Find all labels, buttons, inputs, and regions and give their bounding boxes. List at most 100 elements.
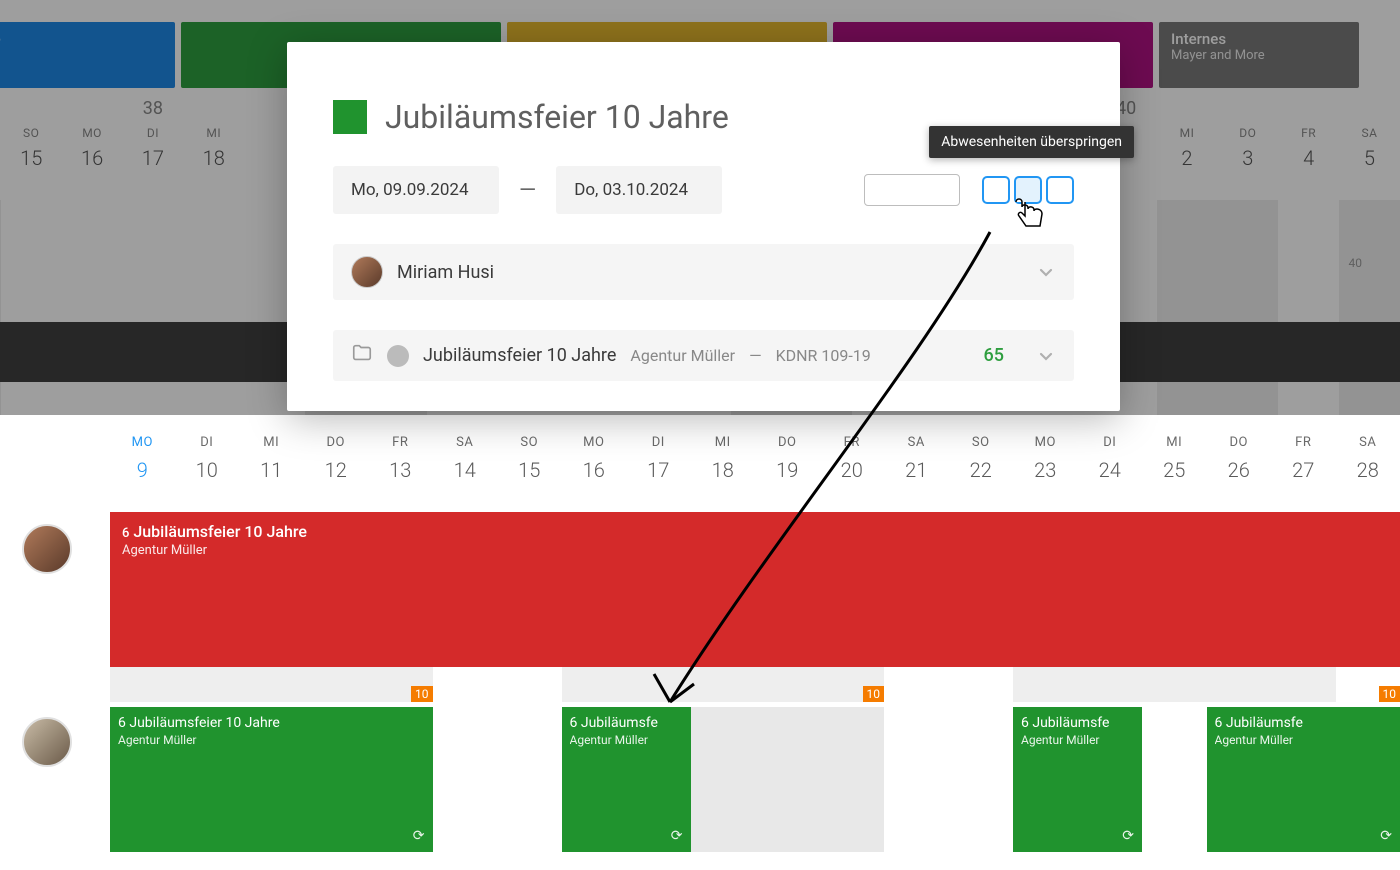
lower-day[interactable]: DO26 xyxy=(1207,435,1272,482)
bg-day: FR4 xyxy=(1278,98,1339,170)
lower-day[interactable]: FR13 xyxy=(368,435,433,482)
booking-block[interactable]: 6 JubiläumsfeAgentur Müller⟳ xyxy=(562,707,691,852)
segment-option-2-skip-absences[interactable] xyxy=(1014,176,1042,204)
bg-day-band xyxy=(1217,200,1278,415)
lower-day[interactable]: MO23 xyxy=(1013,435,1078,482)
bg-day-band xyxy=(1339,200,1400,415)
overbooking-badge: 10 xyxy=(1379,686,1400,702)
assignee-name: Miriam Husi xyxy=(397,262,494,283)
project-card[interactable]: InternesMayer and More xyxy=(1159,22,1359,88)
modal-title: Jubiläumsfeier 10 Jahre xyxy=(385,98,729,136)
day-cell xyxy=(497,667,562,702)
project-card[interactable]: aunch WebsiteP AG xyxy=(0,22,175,88)
bg-day: SO15 xyxy=(1,98,62,170)
booking-block[interactable]: 6 Jubiläumsfeier 10 JahreAgentur Müller⟳ xyxy=(110,707,433,852)
booking-title: Jubiläumsfeier 10 Jahre xyxy=(133,522,307,541)
bg-day-band xyxy=(122,200,183,415)
overbooking-badge: 10 xyxy=(411,686,433,702)
day-cell xyxy=(304,667,369,702)
lower-day[interactable]: SO22 xyxy=(949,435,1014,482)
absence-day xyxy=(820,707,885,852)
lower-day[interactable]: FR27 xyxy=(1271,435,1336,482)
overbooking-badge: 10 xyxy=(863,686,885,702)
lower-day[interactable]: MO16 xyxy=(562,435,627,482)
day-cell: 10 xyxy=(820,667,885,702)
day-cell: 10 xyxy=(368,667,433,702)
lower-day-header: MO9DI10MI11DO12FR13SA14SO15MO16DI17MI18D… xyxy=(110,435,1400,482)
date-from-field[interactable]: Mo, 09.09.2024 xyxy=(333,166,499,214)
booking-modal: Jubiläumsfeier 10 Jahre Mo, 09.09.2024 —… xyxy=(287,42,1120,411)
lower-day[interactable]: DO19 xyxy=(755,435,820,482)
day-cell xyxy=(1142,667,1207,702)
options-controls: Abwesenheiten überspringen xyxy=(864,174,1074,206)
bg-day: DO3 xyxy=(1217,98,1278,170)
booking-block[interactable]: 6 JubiläumsfeAgentur Müller⟳ xyxy=(1207,707,1400,852)
lower-day[interactable]: DI17 xyxy=(626,435,691,482)
week-number-tiny: 40 xyxy=(1349,256,1363,270)
booking-hours-badge: 6 xyxy=(122,526,129,541)
lower-day[interactable]: FR20 xyxy=(820,435,885,482)
day-cell xyxy=(755,667,820,702)
avatar[interactable] xyxy=(22,524,72,574)
customer-number: KDNR 109-19 xyxy=(776,346,871,365)
lane1-footer-cells: 10 10 10 xyxy=(110,667,1400,702)
day-cell xyxy=(1078,667,1143,702)
chevron-down-icon xyxy=(1036,346,1056,366)
lower-day[interactable]: MO9 xyxy=(110,435,175,482)
project-row[interactable]: Jubiläumsfeier 10 Jahre Agentur Müller —… xyxy=(333,330,1074,381)
day-cell xyxy=(691,667,756,702)
bg-day-band xyxy=(1278,200,1339,415)
lower-day[interactable]: SO15 xyxy=(497,435,562,482)
day-cell xyxy=(1013,667,1078,702)
day-cell xyxy=(1207,667,1272,702)
empty-day xyxy=(433,707,498,852)
lower-day[interactable]: MI25 xyxy=(1142,435,1207,482)
date-range-row: Mo, 09.09.2024 — Do, 03.10.2024 Abwesenh… xyxy=(333,166,1074,214)
project-agency: Agentur Müller xyxy=(630,346,735,365)
lower-day[interactable]: DI24 xyxy=(1078,435,1143,482)
lower-day[interactable]: DI10 xyxy=(175,435,240,482)
empty-day xyxy=(1142,707,1207,852)
link-icon: ⟳ xyxy=(1380,828,1392,844)
day-cell xyxy=(175,667,240,702)
avatar xyxy=(351,256,383,288)
day-cell xyxy=(110,667,175,702)
folder-icon xyxy=(351,342,373,369)
booking-bar-continuous[interactable]: 6 Jubiläumsfeier 10 Jahre Agentur Müller xyxy=(110,512,1400,667)
booking-block[interactable]: 6 JubiläumsfeAgentur Müller⟳ xyxy=(1013,707,1142,852)
booking-subtitle: Agentur Müller xyxy=(122,543,1388,558)
day-cell xyxy=(1271,667,1336,702)
project-color-swatch[interactable] xyxy=(333,100,367,134)
link-icon: ⟳ xyxy=(1122,828,1134,844)
avatar[interactable] xyxy=(22,717,72,767)
lower-day[interactable]: SA28 xyxy=(1336,435,1400,482)
day-cell xyxy=(884,667,949,702)
mini-avatar xyxy=(387,345,409,367)
date-to-field[interactable]: Do, 03.10.2024 xyxy=(556,166,722,214)
hours-input[interactable] xyxy=(864,174,960,206)
lower-day[interactable]: SA21 xyxy=(884,435,949,482)
segment-option-1[interactable] xyxy=(982,176,1010,204)
day-cell: 10 xyxy=(1336,667,1400,702)
segment-option-3[interactable] xyxy=(1046,176,1074,204)
bg-day-band xyxy=(1,200,62,415)
chevron-down-icon xyxy=(1036,262,1056,282)
lower-day[interactable]: MI18 xyxy=(691,435,756,482)
lower-day[interactable]: DO12 xyxy=(304,435,369,482)
project-name: Jubiläumsfeier 10 Jahre xyxy=(423,345,616,366)
empty-day xyxy=(497,707,562,852)
day-cell xyxy=(626,667,691,702)
empty-day xyxy=(949,707,1014,852)
bg-day: MI18 xyxy=(183,98,244,170)
skip-absences-tooltip: Abwesenheiten überspringen xyxy=(929,126,1134,158)
bg-day: MO16 xyxy=(62,98,123,170)
booking-bar-split-row: 6 Jubiläumsfeier 10 JahreAgentur Müller⟳… xyxy=(110,707,1400,852)
lower-day[interactable]: MI11 xyxy=(239,435,304,482)
assignee-row[interactable]: Miriam Husi xyxy=(333,244,1074,300)
segment-toggle xyxy=(982,176,1074,204)
separator: — xyxy=(749,346,762,365)
absence-day xyxy=(691,707,756,852)
lower-day[interactable]: SA14 xyxy=(433,435,498,482)
bg-day-band xyxy=(1157,200,1218,415)
day-cell xyxy=(562,667,627,702)
